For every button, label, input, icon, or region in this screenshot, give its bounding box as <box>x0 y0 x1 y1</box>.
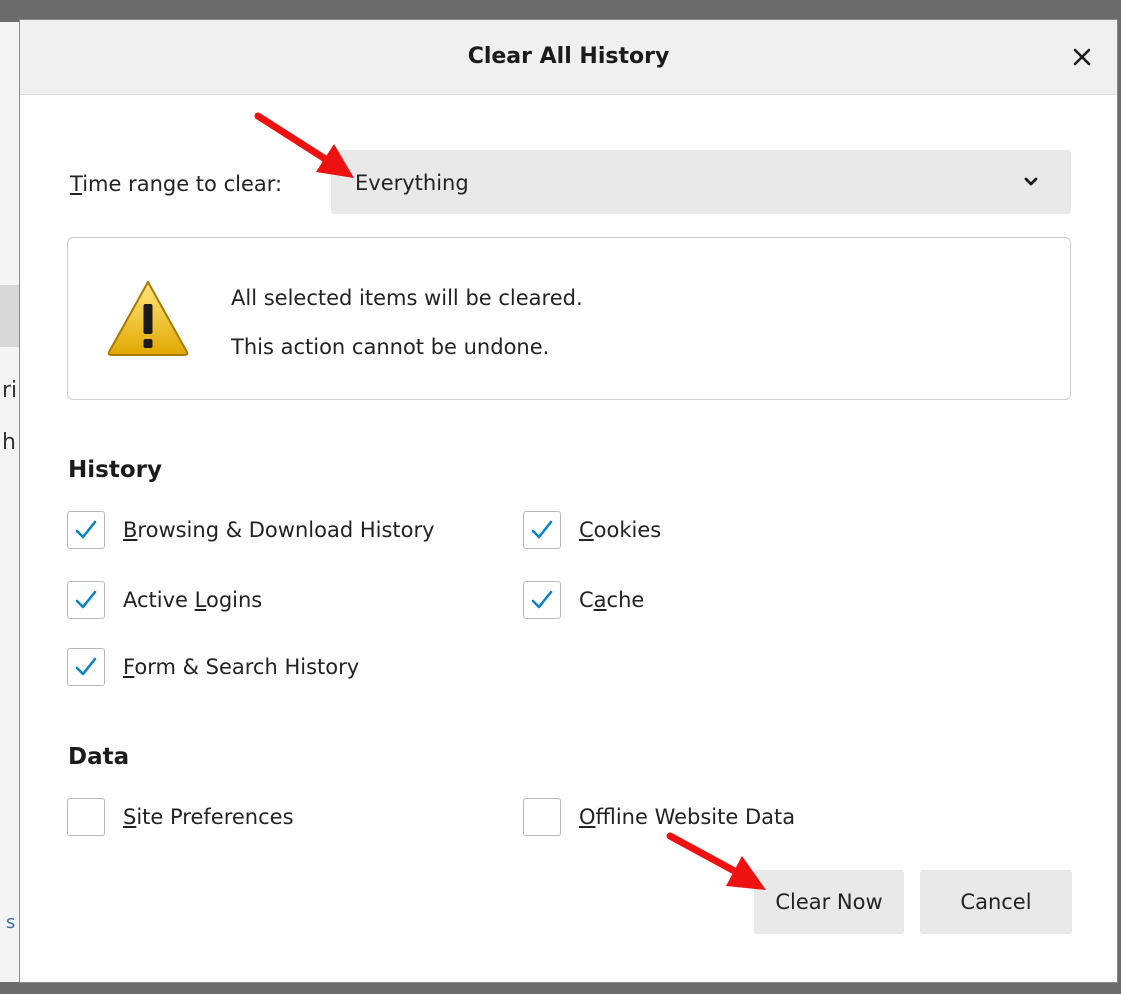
checkbox-cache[interactable]: Cache <box>523 581 644 619</box>
close-button[interactable] <box>1065 40 1099 74</box>
time-range-value: Everything <box>355 171 469 195</box>
check-icon <box>75 590 97 609</box>
background-link-fragment: s <box>6 912 16 933</box>
warning-line-2: This action cannot be undone. <box>231 335 550 359</box>
dialog-title: Clear All History <box>467 44 670 69</box>
background-strip <box>0 22 22 982</box>
checkbox-label: Browsing & Download History <box>123 518 435 542</box>
check-icon <box>531 590 553 609</box>
background-strip-dark <box>0 285 22 347</box>
data-section-title: Data <box>68 744 130 770</box>
checkbox-label: Site Preferences <box>123 805 294 829</box>
chevron-down-icon <box>1024 177 1038 186</box>
checkbox-label: Active Logins <box>123 588 263 612</box>
warning-icon <box>107 281 189 356</box>
checkbox-box[interactable] <box>523 511 561 549</box>
checkbox-form-search-history[interactable]: Form & Search History <box>67 648 359 686</box>
clear-now-button[interactable]: Clear Now <box>754 870 904 934</box>
checkbox-cookies[interactable]: Cookies <box>523 511 661 549</box>
checkbox-active-logins[interactable]: Active Logins <box>67 581 262 619</box>
check-icon <box>75 657 97 676</box>
checkbox-label: Cookies <box>579 518 662 542</box>
check-icon <box>531 520 553 539</box>
checkbox-box[interactable] <box>67 511 105 549</box>
checkbox-box[interactable] <box>67 581 105 619</box>
close-icon <box>1073 48 1091 66</box>
warning-box: All selected items will be cleared. This… <box>67 237 1071 400</box>
checkbox-label: Cache <box>579 588 645 612</box>
history-section-title: History <box>68 457 162 483</box>
background-fragment: h <box>2 430 16 455</box>
checkbox-label: Form & Search History <box>123 655 360 679</box>
time-range-label: Time range to clear: <box>70 172 283 196</box>
checkbox-box[interactable] <box>523 798 561 836</box>
checkbox-box[interactable] <box>67 648 105 686</box>
check-icon <box>75 520 97 539</box>
clear-history-dialog: Clear All History Time range to clear: E… <box>20 20 1117 982</box>
checkbox-box[interactable] <box>67 798 105 836</box>
checkbox-box[interactable] <box>523 581 561 619</box>
dialog-titlebar: Clear All History <box>20 20 1117 95</box>
background-fragment: ri <box>2 378 18 403</box>
checkbox-offline-website-data[interactable]: Offline Website Data <box>523 798 795 836</box>
cancel-button[interactable]: Cancel <box>920 870 1072 934</box>
checkbox-label: Offline Website Data <box>579 805 796 829</box>
checkbox-browsing-download-history[interactable]: Browsing & Download History <box>67 511 435 549</box>
warning-line-1: All selected items will be cleared. <box>231 286 583 310</box>
time-range-select[interactable]: Everything <box>331 150 1071 214</box>
checkbox-site-preferences[interactable]: Site Preferences <box>67 798 294 836</box>
